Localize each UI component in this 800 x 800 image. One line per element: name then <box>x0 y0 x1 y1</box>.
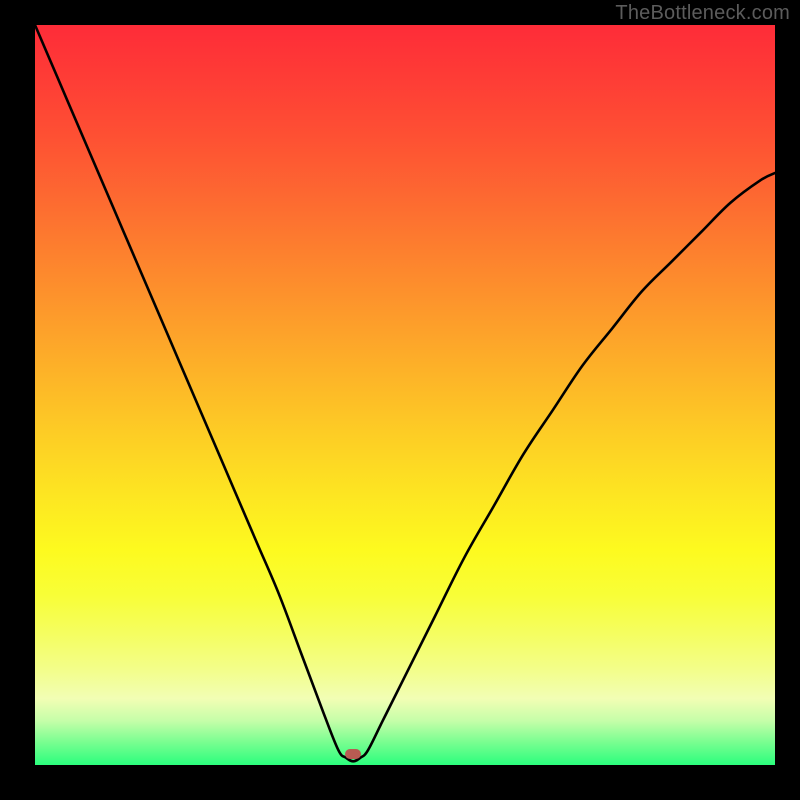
plot-area <box>35 25 775 765</box>
chart-container: TheBottleneck.com <box>0 0 800 800</box>
curve-svg <box>35 25 775 765</box>
optimal-point-marker <box>345 749 361 759</box>
watermark-text: TheBottleneck.com <box>615 2 790 25</box>
bottleneck-curve <box>35 25 775 761</box>
